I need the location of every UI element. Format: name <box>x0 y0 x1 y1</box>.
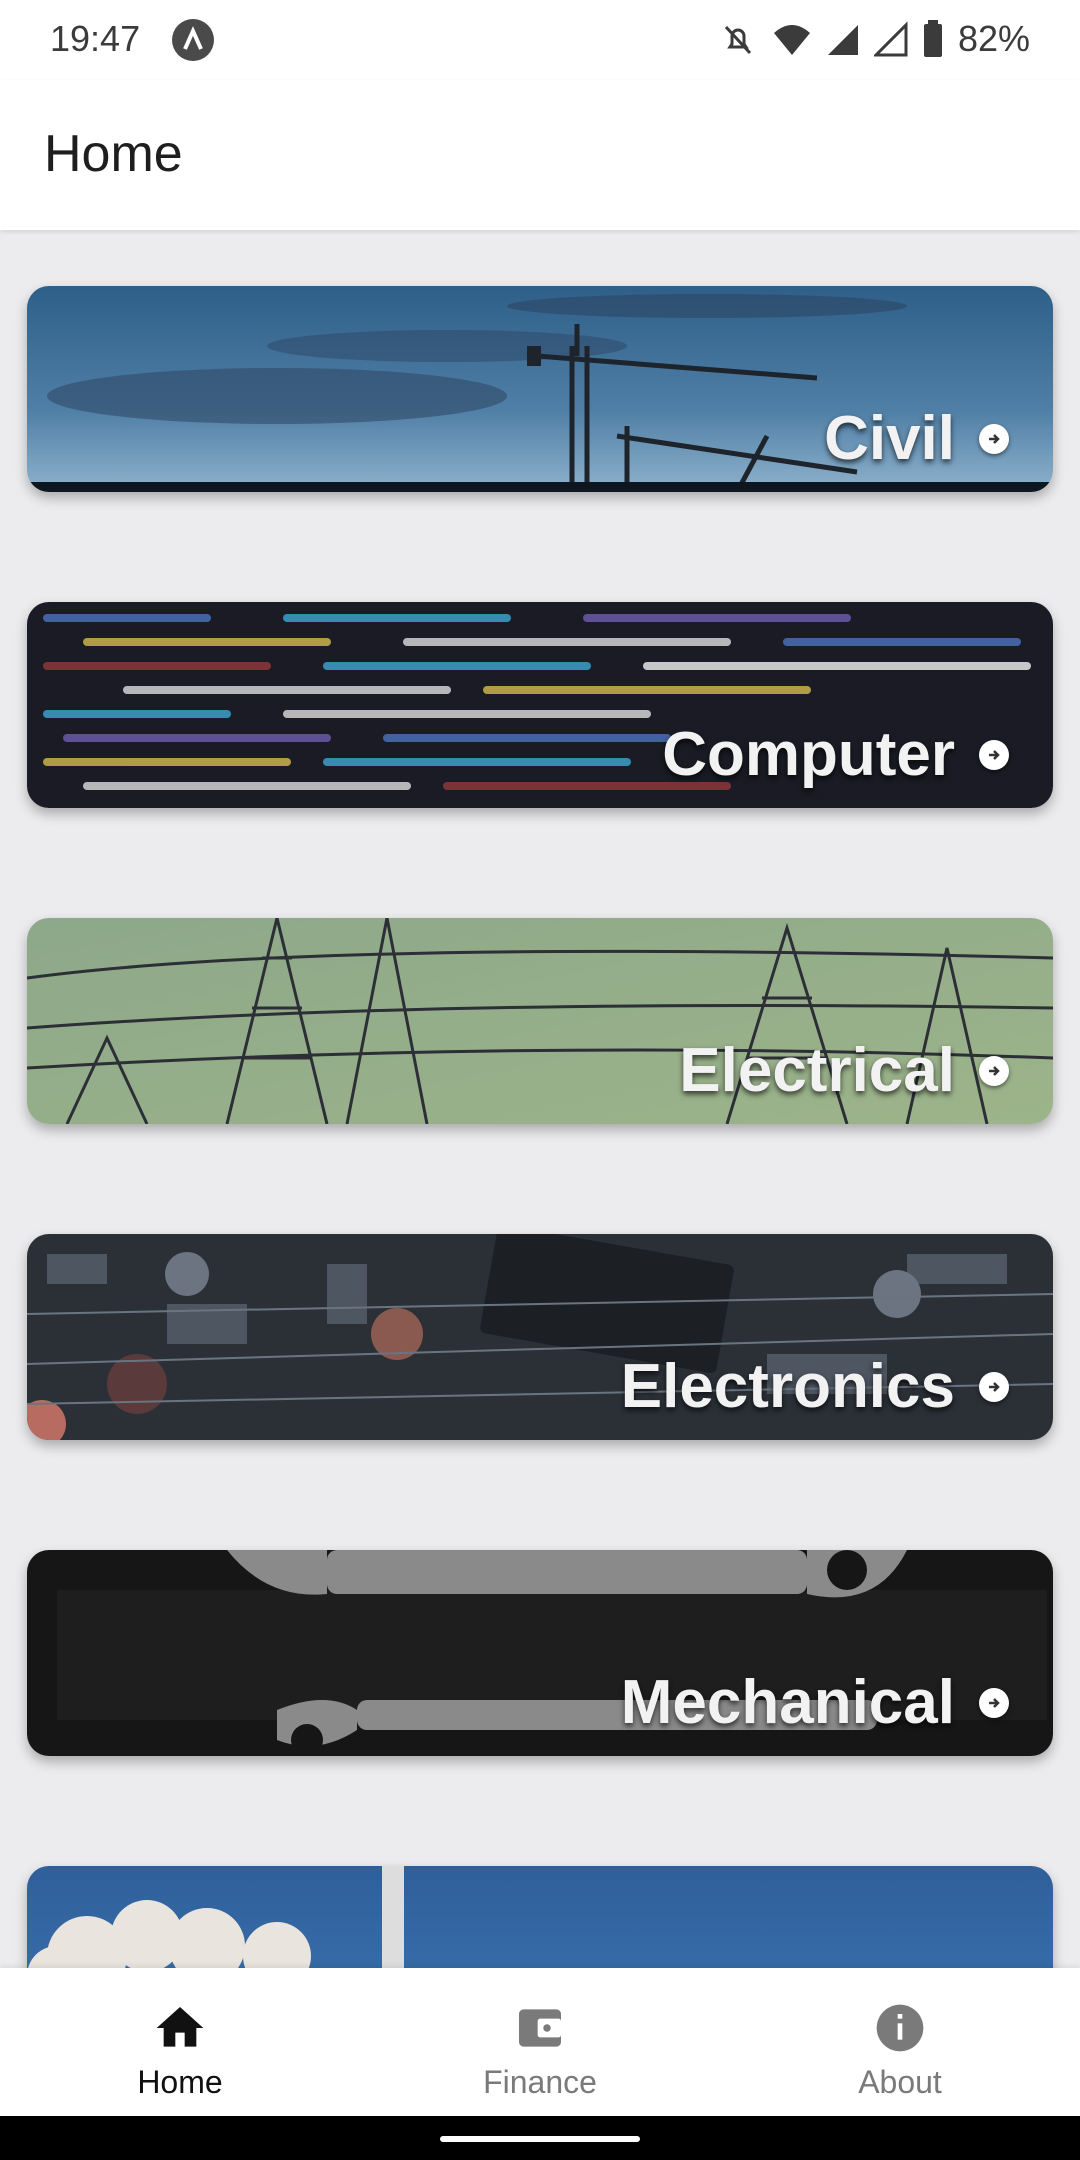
rocket-launch-image <box>27 1866 1053 1968</box>
arrow-circle-right-icon <box>979 423 1009 454</box>
nav-item-about[interactable]: About <box>720 1968 1080 2116</box>
nav-label-about: About <box>858 2064 942 2100</box>
arrow-circle-right-icon <box>979 1371 1009 1402</box>
category-card-partial[interactable] <box>27 1866 1053 1968</box>
card-label: Electronics <box>620 1352 955 1421</box>
category-card-electrical[interactable]: Electrical <box>27 918 1053 1124</box>
app-notification-icon <box>172 19 214 61</box>
arrow-circle-right-icon <box>979 1687 1009 1718</box>
signal-icon-2 <box>873 21 908 57</box>
about-icon <box>870 1998 930 2058</box>
gesture-handle[interactable] <box>440 2136 640 2142</box>
card-label: Mechanical <box>620 1668 955 1737</box>
nav-label-finance: Finance <box>483 2064 597 2100</box>
status-icons: 82% <box>718 18 1030 60</box>
card-label: Civil <box>824 404 955 473</box>
app-bar: Home <box>0 80 1080 230</box>
arrow-circle-right-icon <box>979 1055 1009 1086</box>
arrow-circle-right-icon <box>979 739 1009 770</box>
status-bar: 19:47 82% <box>0 0 1080 80</box>
category-card-civil[interactable]: Civil <box>27 286 1053 492</box>
battery-percent: 82% <box>957 18 1030 59</box>
nav-item-home[interactable]: Home <box>0 1968 360 2116</box>
card-label: Computer <box>662 720 955 789</box>
finance-icon <box>510 1998 570 2058</box>
category-card-computer[interactable]: Computer <box>27 602 1053 808</box>
system-gesture-bar <box>0 2116 1080 2160</box>
mute-icon <box>724 25 752 55</box>
bottom-navigation: Home Finance About <box>0 1968 1080 2116</box>
category-card-electronics[interactable]: Electronics <box>27 1234 1053 1440</box>
nav-item-finance[interactable]: Finance <box>360 1968 720 2116</box>
status-time: 19:47 <box>50 18 141 59</box>
signal-icon <box>827 25 858 55</box>
card-label: Electrical <box>679 1036 955 1105</box>
home-icon <box>150 1998 210 2058</box>
category-card-mechanical[interactable]: Mechanical <box>27 1550 1053 1756</box>
page-title: Home <box>44 125 183 183</box>
battery-icon <box>923 20 942 57</box>
category-list[interactable]: Civil Computer Electrical Electronics Me… <box>0 232 1080 1968</box>
nav-label-home: Home <box>137 2064 223 2100</box>
wifi-icon <box>773 25 810 55</box>
